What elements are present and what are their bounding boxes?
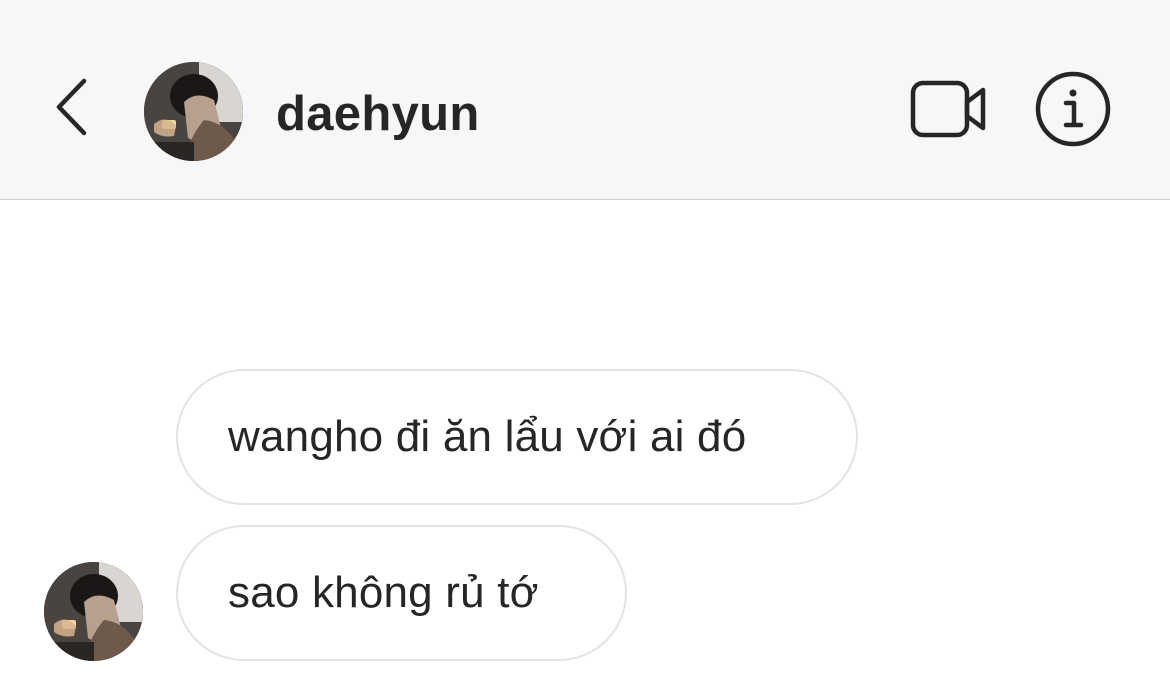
avatar[interactable] bbox=[144, 62, 243, 161]
message-bubble[interactable]: sao không rủ tớ bbox=[176, 525, 627, 661]
sender-avatar[interactable] bbox=[44, 562, 143, 661]
chat-header: daehyun bbox=[0, 0, 1170, 200]
message-bubble[interactable]: wangho đi ăn lẩu với ai đó bbox=[176, 369, 858, 505]
message-text: sao không rủ tớ bbox=[228, 568, 539, 617]
video-call-button[interactable] bbox=[904, 76, 994, 146]
video-camera-icon bbox=[909, 78, 989, 145]
chevron-left-icon bbox=[55, 78, 89, 141]
chat-username[interactable]: daehyun bbox=[276, 84, 480, 144]
message-text: wangho đi ăn lẩu với ai đó bbox=[228, 412, 747, 461]
back-button[interactable] bbox=[42, 74, 102, 144]
info-button[interactable] bbox=[1030, 68, 1116, 154]
info-icon bbox=[1033, 69, 1113, 154]
